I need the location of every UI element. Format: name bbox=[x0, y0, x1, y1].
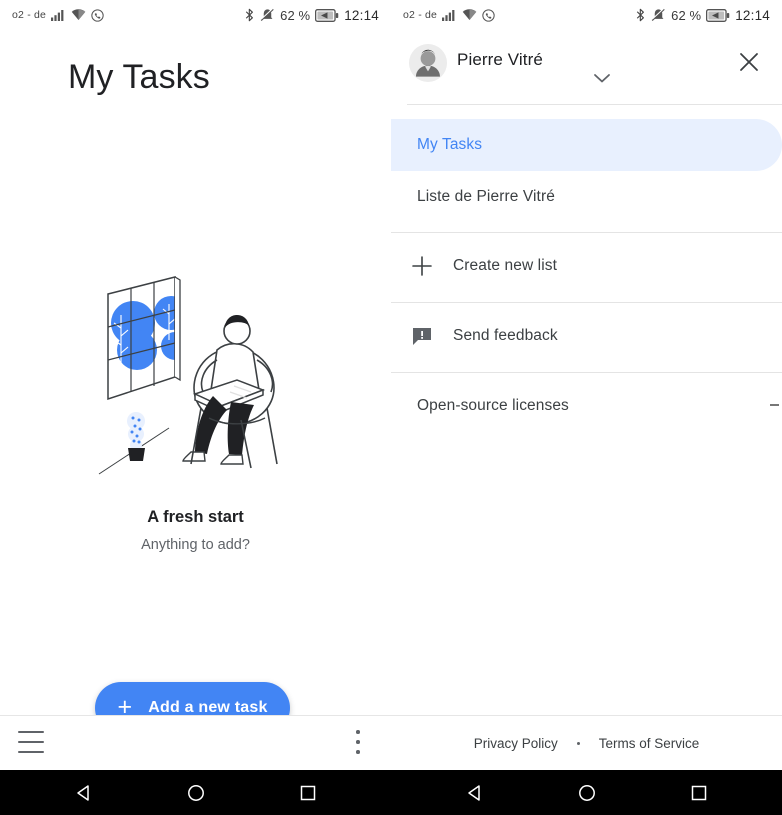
status-bar-left-group: o2 - de bbox=[12, 8, 104, 22]
clock-label-2: 12:14 bbox=[735, 7, 770, 23]
close-icon[interactable] bbox=[734, 47, 764, 77]
recents-square-icon[interactable] bbox=[689, 783, 709, 803]
bluetooth-icon-2 bbox=[635, 8, 646, 22]
status-bar-right-group-2: 62 % 12:14 bbox=[635, 8, 770, 23]
status-bar-left-group-2: o2 - de bbox=[403, 8, 495, 22]
drawer-footer: Privacy Policy Terms of Service bbox=[391, 715, 782, 770]
person-reading-in-chair-illustration bbox=[91, 268, 301, 486]
whatsapp-icon-2 bbox=[482, 8, 495, 22]
battery-icon bbox=[315, 8, 339, 22]
sidebar-item-label: Liste de Pierre Vitré bbox=[417, 188, 555, 205]
back-triangle-icon[interactable] bbox=[74, 783, 94, 803]
wifi-icon bbox=[71, 9, 86, 21]
account-name: Pierre Vitré bbox=[457, 50, 543, 69]
sidebar-item-my-tasks[interactable]: My Tasks bbox=[391, 119, 782, 171]
carrier-label-2: o2 - de bbox=[403, 9, 438, 21]
avatar[interactable] bbox=[409, 44, 447, 82]
signal-icon bbox=[51, 9, 66, 21]
plus-icon bbox=[391, 255, 453, 277]
header-divider bbox=[407, 104, 782, 105]
android-nav-bar-right bbox=[391, 770, 782, 815]
tasks-main-screen: o2 - de 62 % 12:14 My Tasks A fresh star… bbox=[0, 0, 391, 815]
more-vertical-icon[interactable] bbox=[347, 730, 369, 754]
home-circle-icon[interactable] bbox=[186, 783, 206, 803]
hamburger-menu-icon[interactable] bbox=[18, 731, 44, 753]
divider-actions bbox=[391, 302, 782, 303]
sidebar-item-liste-de-pierre-vitre[interactable]: Liste de Pierre Vitré bbox=[391, 171, 782, 223]
status-bar-right: o2 - de 62 % 12:14 bbox=[391, 0, 782, 30]
drawer-account-header: Pierre Vitré bbox=[391, 38, 782, 104]
carrier-label: o2 - de bbox=[12, 9, 47, 21]
signal-icon-2 bbox=[442, 9, 457, 21]
home-circle-icon[interactable] bbox=[577, 783, 597, 803]
empty-state-headline: A fresh start bbox=[147, 508, 244, 526]
bluetooth-icon bbox=[244, 8, 255, 22]
chevron-down-icon[interactable] bbox=[591, 71, 613, 90]
feedback-icon bbox=[391, 325, 453, 347]
create-new-list-item[interactable]: Create new list bbox=[391, 240, 782, 292]
page-title: My Tasks bbox=[68, 58, 210, 96]
vibrate-off-icon bbox=[260, 8, 275, 22]
dual-screenshot: o2 - de 62 % 12:14 My Tasks A fresh star… bbox=[0, 0, 782, 815]
vibrate-off-icon-2 bbox=[651, 8, 666, 22]
send-feedback-label: Send feedback bbox=[453, 327, 558, 344]
footer-separator-dot bbox=[576, 741, 580, 745]
navigation-drawer-screen: o2 - de 62 % 12:14 Pierre Vitré My Tasks… bbox=[391, 0, 782, 815]
privacy-policy-link[interactable]: Privacy Policy bbox=[474, 736, 558, 751]
whatsapp-icon bbox=[91, 8, 104, 22]
open-source-licenses-item[interactable]: Open-source licenses bbox=[391, 380, 782, 432]
empty-state: A fresh start Anything to add? bbox=[0, 268, 391, 553]
back-triangle-icon[interactable] bbox=[465, 783, 485, 803]
send-feedback-item[interactable]: Send feedback bbox=[391, 310, 782, 362]
android-nav-bar-left bbox=[0, 770, 391, 815]
status-bar-right-group: 62 % 12:14 bbox=[244, 8, 379, 23]
recents-square-icon[interactable] bbox=[298, 783, 318, 803]
empty-state-subtext: Anything to add? bbox=[141, 537, 250, 553]
bottom-app-bar bbox=[0, 715, 391, 770]
clock-label: 12:14 bbox=[344, 7, 379, 23]
battery-icon-2 bbox=[706, 8, 730, 22]
wifi-icon-2 bbox=[462, 9, 477, 21]
sidebar-item-label: My Tasks bbox=[417, 136, 483, 153]
open-source-licenses-label: Open-source licenses bbox=[417, 397, 569, 414]
divider-licenses bbox=[391, 372, 782, 373]
battery-percent-label-2: 62 % bbox=[671, 7, 702, 23]
create-new-list-label: Create new list bbox=[453, 257, 558, 274]
battery-percent-label: 62 % bbox=[280, 7, 311, 23]
status-bar-left: o2 - de 62 % 12:14 bbox=[0, 0, 391, 30]
divider-lists bbox=[391, 232, 782, 233]
terms-of-service-link[interactable]: Terms of Service bbox=[599, 736, 700, 751]
